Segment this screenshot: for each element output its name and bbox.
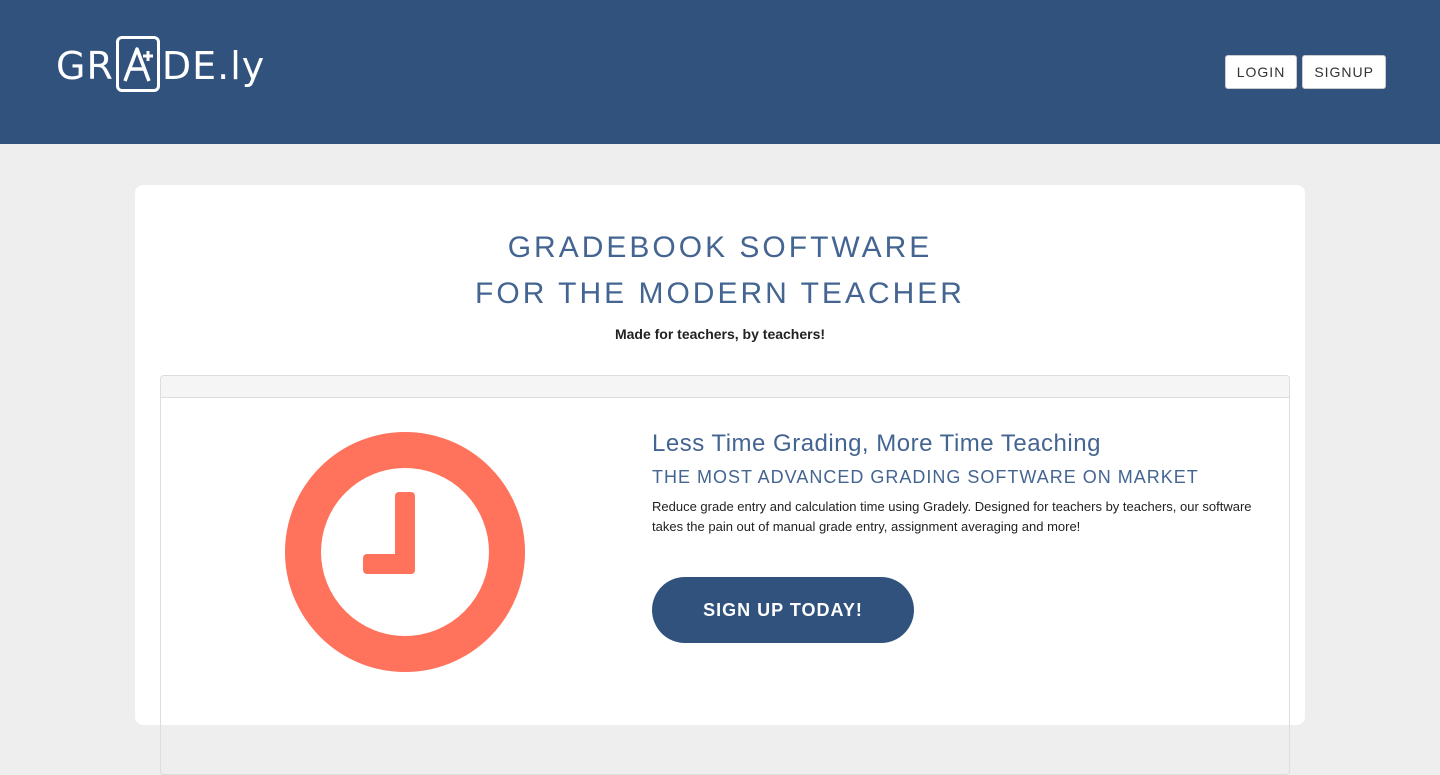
- brand-logo[interactable]: GR DE.ly: [56, 34, 265, 98]
- page-title-line-1: GRADEBOOK SOFTWARE: [507, 231, 933, 264]
- a-plus-icon: [115, 36, 160, 92]
- panel-header: [161, 376, 1289, 398]
- login-button[interactable]: LOGIN: [1224, 55, 1298, 89]
- feature-description: Reduce grade entry and calculation time …: [652, 499, 1252, 534]
- sign-up-today-button[interactable]: SIGN UP TODAY!: [652, 577, 914, 643]
- page-title-line-2: FOR THE MODERN TEACHER: [475, 277, 965, 310]
- logo-text-prefix: GR: [56, 44, 114, 88]
- feature-title: Less Time Grading, More Time Teaching: [652, 430, 1101, 457]
- feature-subtitle: THE MOST ADVANCED GRADING SOFTWARE ON MA…: [652, 467, 1199, 487]
- page-title: GRADEBOOK SOFTWARE FOR THE MODERN TEACHE…: [135, 225, 1305, 317]
- signup-button[interactable]: SIGNUP: [1302, 55, 1386, 89]
- main-card: GRADEBOOK SOFTWARE FOR THE MODERN TEACHE…: [135, 185, 1305, 775]
- feature-panel: Less Time Grading, More Time Teaching TH…: [160, 375, 1290, 775]
- auth-nav: LOGIN SIGNUP: [1224, 55, 1386, 89]
- clock-icon: [284, 431, 526, 678]
- site-header: GR DE.ly LOGIN SIGNUP: [0, 0, 1440, 144]
- tagline: Made for teachers, by teachers!: [614, 326, 826, 342]
- logo-text-suffix: DE.ly: [161, 44, 266, 88]
